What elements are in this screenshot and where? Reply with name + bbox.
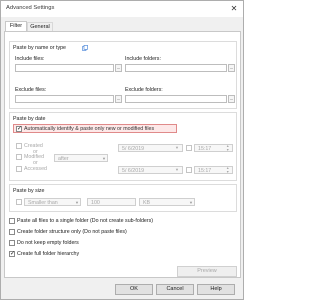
size-comparison-select[interactable]: Smaller than ▼ bbox=[24, 198, 81, 206]
date-condition-value: after bbox=[58, 156, 69, 162]
option-label-single-folder: Paste all files to a single folder (Do n… bbox=[17, 218, 154, 224]
exclude-folders-label: Exclude folders: bbox=[125, 87, 163, 93]
filter-panel: Paste by name or type Include files: ...… bbox=[4, 31, 241, 278]
exclude-folders-browse-button[interactable]: ... bbox=[228, 95, 235, 103]
include-files-browse-button[interactable]: ... bbox=[115, 64, 122, 72]
time-picker-2[interactable]: 15:17 ▲ ▼ bbox=[194, 166, 233, 174]
option-label-full-hierarchy: Create full folder hierarchy bbox=[17, 251, 80, 257]
exclude-files-browse-button[interactable]: ... bbox=[115, 95, 122, 103]
created-checkbox[interactable] bbox=[16, 143, 22, 149]
window-title: Advanced Settings bbox=[6, 5, 55, 11]
cancel-button[interactable]: Cancel bbox=[156, 284, 194, 295]
paste-by-size-heading: Paste by size bbox=[13, 188, 45, 194]
advanced-settings-window: Advanced Settings ✕ Filter General Paste… bbox=[0, 0, 244, 300]
time-picker-1[interactable]: 15:17 ▲ ▼ bbox=[194, 144, 233, 152]
option-checkbox-full-hierarchy[interactable] bbox=[9, 250, 15, 257]
time-2-value: 15:17 bbox=[198, 168, 212, 174]
date-1-value: 5/ 6/2019 bbox=[122, 146, 145, 152]
tab-general[interactable]: General bbox=[27, 22, 53, 31]
include-folders-input[interactable] bbox=[125, 64, 227, 72]
include-folders-label: Include folders: bbox=[125, 56, 161, 62]
time-1-spinner-icon: ▲ ▼ bbox=[226, 144, 230, 152]
accessed-checkbox[interactable] bbox=[16, 166, 22, 172]
copy-icon[interactable] bbox=[82, 45, 88, 51]
date-condition-select[interactable]: after ▼ bbox=[54, 154, 108, 162]
time-1-checkbox[interactable] bbox=[186, 145, 192, 151]
preview-button[interactable]: Preview bbox=[177, 266, 237, 277]
auto-identify-checkbox[interactable] bbox=[16, 125, 22, 132]
option-label-no-empty-folders: Do not keep empty folders bbox=[17, 240, 79, 246]
size-comparison-value: Smaller than bbox=[28, 200, 58, 206]
include-files-input[interactable] bbox=[15, 64, 114, 72]
auto-identify-label: Automatically identify & paste only new … bbox=[24, 125, 155, 132]
time-2-spinner-icon: ▲ ▼ bbox=[226, 166, 230, 174]
date-picker-2[interactable]: 5/ 6/2019 ▼ bbox=[118, 166, 183, 174]
modified-checkbox[interactable] bbox=[16, 154, 22, 160]
paste-by-date-heading: Paste by date bbox=[13, 116, 46, 122]
date-picker-1[interactable]: 5/ 6/2019 ▼ bbox=[118, 144, 183, 152]
accessed-label: Accessed bbox=[24, 166, 47, 172]
option-checkbox-structure-only[interactable] bbox=[9, 229, 15, 235]
calendar-dropdown-icon: ▼ bbox=[175, 145, 179, 150]
close-icon[interactable]: ✕ bbox=[229, 4, 239, 14]
size-value: 100 bbox=[91, 200, 100, 206]
time-1-value: 15:17 bbox=[198, 146, 212, 152]
size-unit-value: KB bbox=[143, 200, 151, 206]
option-checkbox-no-empty-folders[interactable] bbox=[9, 240, 15, 246]
paste-by-date-group: Paste by date Automatically identify & p… bbox=[9, 112, 237, 181]
exclude-files-input[interactable] bbox=[15, 95, 114, 103]
chevron-down-icon: ▼ bbox=[75, 200, 79, 205]
paste-by-name-group: Paste by name or type Include files: ...… bbox=[9, 41, 237, 109]
time-2-checkbox[interactable] bbox=[186, 167, 192, 173]
exclude-files-label: Exclude files: bbox=[15, 87, 47, 93]
include-files-label: Include files: bbox=[15, 56, 45, 62]
size-value-input[interactable]: 100 bbox=[87, 198, 136, 206]
size-filter-checkbox[interactable] bbox=[16, 199, 22, 205]
date-2-value: 5/ 6/2019 bbox=[122, 168, 145, 174]
include-folders-browse-button[interactable]: ... bbox=[228, 64, 235, 72]
option-label-structure-only: Create folder structure only (Do not pas… bbox=[17, 229, 127, 235]
chevron-down-icon: ▼ bbox=[102, 156, 106, 161]
option-checkbox-single-folder[interactable] bbox=[9, 218, 15, 224]
title-bar: Advanced Settings ✕ bbox=[1, 1, 243, 17]
paste-by-name-heading: Paste by name or type bbox=[13, 45, 66, 51]
calendar-dropdown-icon: ▼ bbox=[175, 167, 179, 172]
size-unit-select[interactable]: KB ▼ bbox=[139, 198, 195, 206]
ok-button[interactable]: OK bbox=[115, 284, 153, 295]
paste-by-size-group: Paste by size Smaller than ▼ 100 KB ▼ bbox=[9, 184, 237, 212]
exclude-folders-input[interactable] bbox=[125, 95, 227, 103]
help-button[interactable]: Help bbox=[197, 284, 235, 295]
chevron-down-icon: ▼ bbox=[189, 200, 193, 205]
